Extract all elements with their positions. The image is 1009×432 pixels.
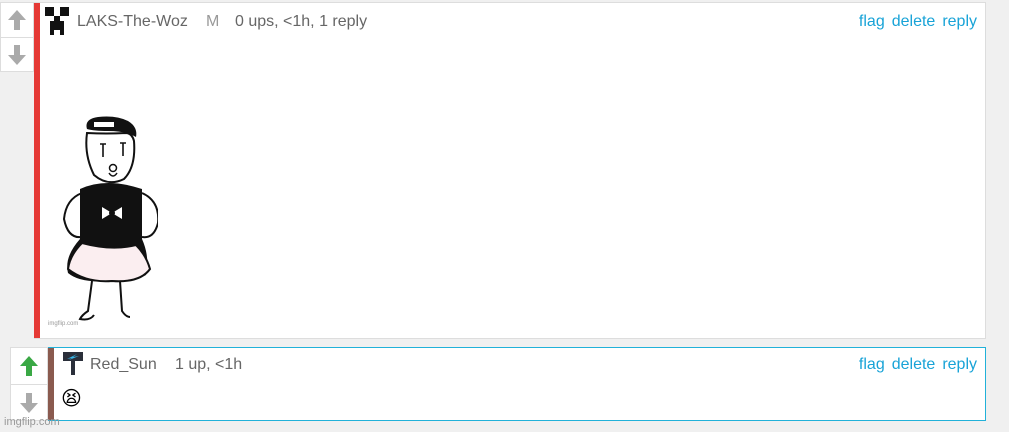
comment-image[interactable] [46, 89, 160, 335]
flag-link[interactable]: flag [859, 13, 885, 31]
username-link[interactable]: LAKS-The-Woz [77, 13, 188, 31]
comment-meta: 1 up, <1h [175, 356, 243, 373]
delete-link[interactable]: delete [892, 13, 936, 31]
upvote-button[interactable] [1, 3, 33, 37]
comment-meta: 0 ups, <1h, 1 reply [235, 13, 368, 30]
arrow-up-icon [20, 356, 38, 376]
username-link[interactable]: Red_Sun [90, 356, 157, 374]
comment-thread-bar [34, 3, 40, 338]
comment: LAKS-The-Woz M 0 ups, <1h, 1 reply flag … [34, 2, 986, 339]
upvote-button[interactable] [11, 348, 47, 384]
footer-watermark: imgflip.com [4, 416, 60, 428]
vote-column [10, 347, 48, 421]
comment-header: Red_Sun 1 up, <1h flag delete reply [48, 348, 985, 388]
image-watermark: imgflip.com [48, 321, 79, 327]
avatar [63, 352, 83, 375]
arrow-down-icon [20, 392, 38, 413]
user-badge: M [206, 13, 220, 30]
cartoon-drawing [62, 116, 160, 321]
comment: Red_Sun 1 up, <1h flag delete reply 😫 [48, 347, 986, 421]
flag-link[interactable]: flag [859, 356, 885, 374]
downvote-button[interactable] [11, 384, 47, 420]
avatar [45, 7, 69, 35]
tired-face-emoji: 😫 [61, 388, 82, 410]
comment-body: 😫 [61, 386, 82, 411]
vote-column [0, 2, 34, 72]
downvote-button[interactable] [1, 37, 33, 71]
comment-header: LAKS-The-Woz M 0 ups, <1h, 1 reply flag … [34, 3, 985, 43]
arrow-up-icon [8, 10, 26, 30]
arrow-down-icon [8, 44, 26, 65]
reply-link[interactable]: reply [942, 13, 977, 31]
reply-link[interactable]: reply [942, 356, 977, 374]
delete-link[interactable]: delete [892, 356, 936, 374]
